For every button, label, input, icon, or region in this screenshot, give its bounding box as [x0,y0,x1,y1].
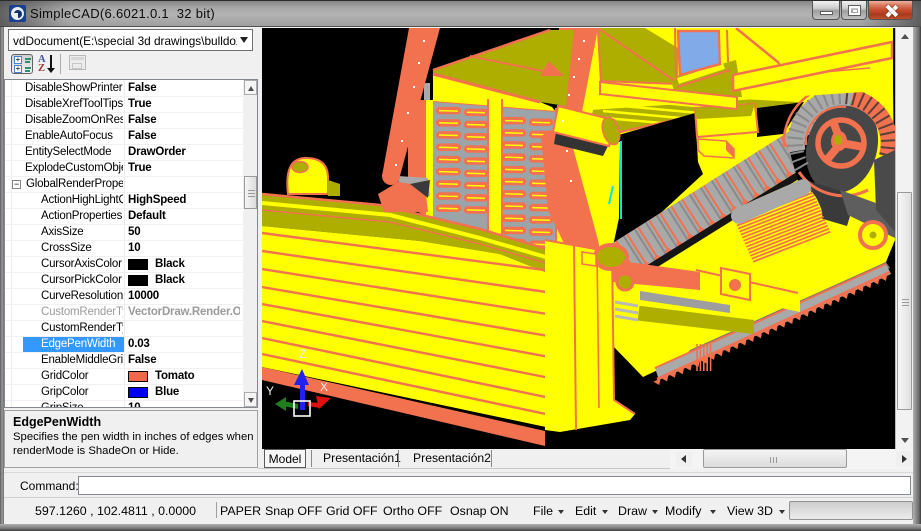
svg-text:Y: Y [266,384,274,398]
svg-text:X: X [320,380,328,394]
svg-text:Z: Z [299,347,306,361]
